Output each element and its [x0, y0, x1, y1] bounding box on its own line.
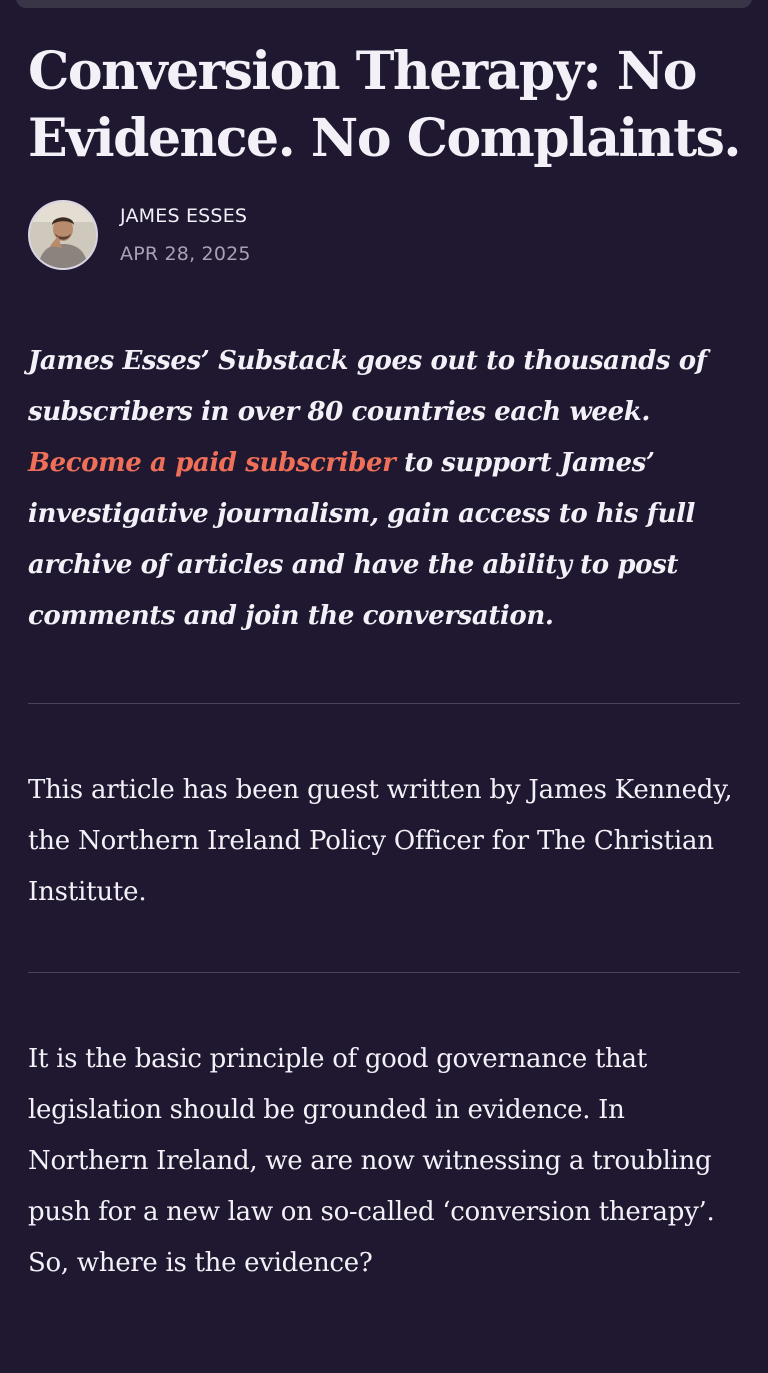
- byline: JAMES ESSES APR 28, 2025: [28, 200, 740, 270]
- section-divider: [28, 972, 740, 973]
- author-avatar[interactable]: [28, 200, 98, 270]
- section-divider: [28, 703, 740, 704]
- article-title: Conversion Therapy: No Evidence. No Comp…: [28, 41, 741, 169]
- guest-author-note: This article has been guest written by J…: [28, 775, 733, 907]
- article-page: Conversion Therapy: No Evidence. No Comp…: [28, 38, 741, 1289]
- become-paid-subscriber-link[interactable]: Become a paid subscriber: [28, 448, 396, 478]
- subscription-promo: James Esses’ Substack goes out to thousa…: [28, 336, 740, 642]
- author-avatar-icon: [30, 202, 96, 268]
- article-body-paragraph: It is the basic principle of good govern…: [28, 1044, 715, 1278]
- byline-meta: JAMES ESSES APR 28, 2025: [120, 203, 251, 267]
- author-name-link[interactable]: JAMES ESSES: [120, 203, 251, 229]
- top-navigation-bar: [16, 0, 752, 8]
- publish-date: APR 28, 2025: [120, 243, 251, 265]
- promo-intro-text: James Esses’ Substack goes out to thousa…: [28, 346, 707, 427]
